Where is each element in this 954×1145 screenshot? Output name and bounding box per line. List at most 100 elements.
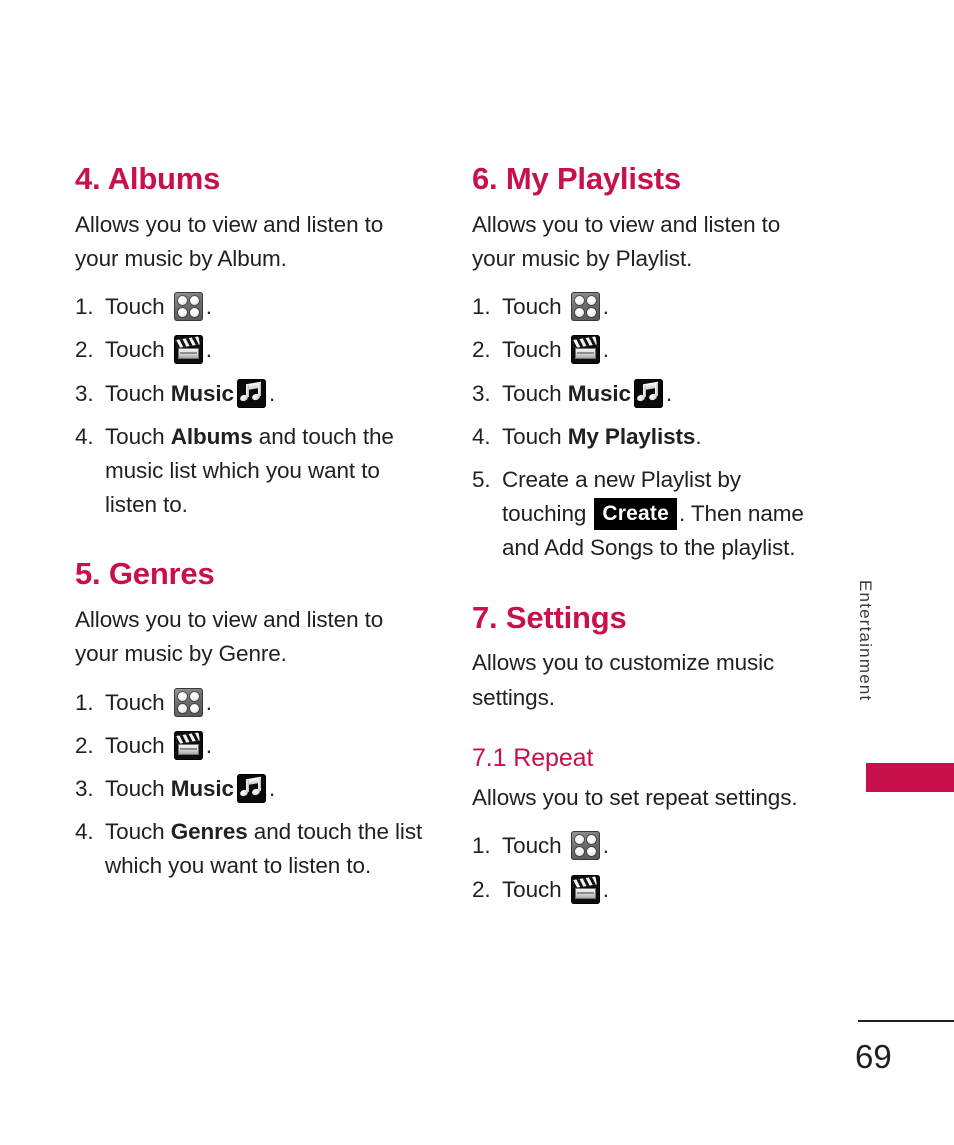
step-text: Touch Genres and touch the list which yo…	[105, 815, 427, 883]
step-text-post: .	[602, 294, 609, 320]
clapperboard-multimedia-icon[interactable]	[570, 335, 600, 365]
grid-menu-icon[interactable]	[570, 831, 600, 861]
step-text: Touch .	[502, 829, 824, 863]
step-number: 4.	[75, 819, 94, 845]
step-number: 2.	[75, 337, 94, 363]
step-text: Touch My Playlists.	[502, 420, 824, 454]
step-text: Touch .	[105, 333, 427, 367]
music-note-icon[interactable]	[236, 378, 266, 408]
list-item: 1. Touch .	[75, 290, 427, 324]
step-text: Create a new Playlist by touching Create…	[502, 463, 824, 566]
steps-list-genres: 1. Touch . 2. Touch . 3. Touch Music. 4.…	[75, 686, 427, 884]
step-text: Touch .	[105, 729, 427, 763]
grid-menu-icon[interactable]	[173, 687, 203, 717]
step-text-pre: Touch	[105, 819, 171, 845]
section-title-genres: 5. Genres	[75, 556, 215, 592]
step-text-pre: Touch	[105, 337, 171, 363]
music-note-icon[interactable]	[236, 773, 266, 803]
list-item: 3. Touch Music.	[472, 377, 824, 411]
list-item: 5. Create a new Playlist by touching Cre…	[472, 463, 824, 566]
step-number: 3.	[75, 380, 94, 406]
step-text-pre: Touch	[502, 294, 568, 320]
section-intro-settings: Allows you to customize music settings.	[472, 650, 775, 710]
step-text-post: .	[695, 423, 702, 449]
step-text: Touch Music.	[502, 377, 824, 411]
subsection-title-repeat: 7.1 Repeat	[472, 743, 594, 772]
footer-divider	[858, 1020, 954, 1022]
left-column: 4. Albums Allows you to view and listen …	[75, 162, 427, 893]
section-intro-my-playlists: Allows you to view and listen to your mu…	[472, 211, 781, 272]
list-item: 4. Touch Genres and touch the list which…	[75, 815, 427, 883]
step-text-pre: Touch	[105, 732, 171, 758]
page-number: 69	[855, 1038, 892, 1075]
step-text: Touch .	[502, 873, 824, 907]
step-text-pre: Touch	[105, 775, 171, 801]
step-text-post: .	[602, 876, 609, 902]
step-emphasis: My Playlists	[567, 423, 696, 449]
clapperboard-multimedia-icon[interactable]	[173, 335, 203, 365]
grid-menu-icon[interactable]	[570, 292, 600, 322]
step-number: 5.	[472, 466, 491, 492]
step-number: 2.	[75, 732, 94, 758]
step-text-pre: Touch	[105, 380, 171, 406]
step-text: Touch .	[502, 333, 824, 367]
step-text: Touch Music.	[105, 377, 427, 411]
list-item: 1. Touch .	[472, 290, 824, 324]
music-note-icon[interactable]	[633, 378, 663, 408]
list-item: 2. Touch .	[75, 333, 427, 367]
step-text-post: .	[205, 689, 212, 715]
step-number: 3.	[472, 380, 491, 406]
list-item: 4. Touch Albums and touch the music list…	[75, 420, 427, 523]
step-text-pre: Touch	[502, 876, 568, 902]
list-item: 1. Touch .	[472, 829, 824, 863]
subsection-intro-repeat: Allows you to set repeat settings.	[472, 785, 798, 811]
step-emphasis: Music	[170, 380, 234, 406]
step-text-post: .	[268, 775, 276, 801]
clapperboard-multimedia-icon[interactable]	[173, 730, 203, 760]
create-button[interactable]: Create	[594, 498, 677, 531]
step-text-pre: Touch	[502, 337, 568, 363]
step-emphasis: Albums	[170, 423, 253, 449]
step-number: 3.	[75, 775, 94, 801]
step-text-pre: Touch	[502, 423, 568, 449]
step-number: 2.	[472, 337, 491, 363]
step-number: 1.	[472, 294, 491, 320]
step-number: 2.	[472, 876, 491, 902]
section-title-settings: 7. Settings	[472, 599, 627, 635]
step-text: Touch .	[105, 686, 427, 720]
grid-menu-icon[interactable]	[173, 292, 203, 322]
steps-list-repeat: 1. Touch . 2. Touch .	[472, 829, 824, 906]
list-item: 1. Touch .	[75, 686, 427, 720]
step-text-post: .	[268, 380, 276, 406]
step-text-pre: Touch	[105, 689, 171, 715]
clapperboard-multimedia-icon[interactable]	[570, 874, 600, 904]
right-column: 6. My Playlists Allows you to view and l…	[472, 161, 824, 916]
steps-list-my-playlists: 1. Touch . 2. Touch . 3. Touch Music. 4.…	[472, 290, 824, 565]
step-text: Touch Albums and touch the music list wh…	[105, 420, 427, 523]
step-text-post: .	[205, 337, 212, 363]
step-number: 1.	[472, 833, 491, 859]
list-item: 3. Touch Music.	[75, 377, 427, 411]
step-text-post: .	[205, 732, 212, 758]
section-intro-albums: Allows you to view and listen to your mu…	[75, 211, 384, 272]
step-emphasis: Genres	[170, 819, 248, 845]
chapter-side-tab-label: Entertainment	[856, 580, 875, 702]
step-number: 1.	[75, 294, 94, 320]
step-text-pre: Touch	[105, 423, 171, 449]
step-text: Touch .	[105, 290, 427, 324]
step-text-pre: Touch	[502, 380, 568, 406]
list-item: 2. Touch .	[75, 729, 427, 763]
step-number: 4.	[472, 423, 491, 449]
step-text: Touch Music.	[105, 772, 427, 806]
list-item: 4. Touch My Playlists.	[472, 420, 824, 454]
step-text-pre: Touch	[105, 294, 171, 320]
manual-page: 4. Albums Allows you to view and listen …	[0, 0, 954, 1145]
section-title-my-playlists: 6. My Playlists	[472, 161, 681, 196]
list-item: 2. Touch .	[472, 873, 824, 907]
step-number: 4.	[75, 423, 94, 449]
section-intro-genres: Allows you to view and listen to your mu…	[75, 607, 384, 667]
step-text-post: .	[602, 337, 609, 363]
chapter-tab-marker	[866, 763, 954, 792]
step-text-post: .	[602, 833, 609, 859]
list-item: 2. Touch .	[472, 333, 824, 367]
